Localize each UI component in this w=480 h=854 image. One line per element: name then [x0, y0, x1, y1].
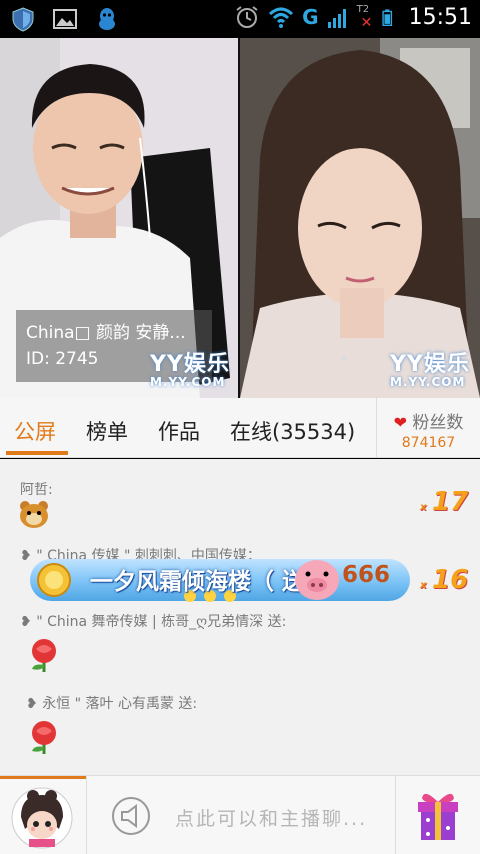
- chat-user: 阿哲:: [20, 482, 53, 498]
- streamer-name: Сhinа□ 颜韵 安静...: [26, 323, 186, 343]
- watermark-url: M.YY.COM: [150, 375, 226, 389]
- chat-user: ❥ " Сhinа 舞帝传媒 | 栋哥_ღ兄弟情深 送:: [20, 611, 286, 631]
- gift-banner-text: 一夕风霜倾海楼（ 送: [90, 569, 306, 595]
- battery-icon: [381, 9, 392, 27]
- fans-label: 粉丝数: [412, 413, 464, 433]
- coin-icon: [37, 563, 71, 597]
- megaphone-icon[interactable]: [111, 796, 151, 836]
- gift-banner: 一夕风霜倾海楼（ 送 666: [30, 559, 410, 602]
- network-type: G: [302, 5, 319, 29]
- shield-icon: [12, 7, 34, 32]
- combo-mark: x: [420, 580, 427, 591]
- wifi-icon: [269, 7, 294, 28]
- video-right-frame: [240, 38, 480, 398]
- combo-count: 16: [432, 565, 469, 595]
- chat-input-placeholder: 点此可以和主播聊...: [175, 808, 368, 830]
- clock: 15:51: [408, 4, 472, 30]
- fans-count: 874167: [401, 435, 456, 451]
- tab-public-screen[interactable]: 公屏: [14, 416, 56, 446]
- speaker-icon: ❥: [20, 548, 32, 564]
- chat-user-name: 永恒 " 落叶 心有禹蒙 送:: [42, 696, 198, 712]
- gift-button[interactable]: [396, 776, 480, 854]
- tab-bar: 公屏 榜单 作品 在线(35534) ❤ 粉丝数 874167: [0, 398, 480, 458]
- gift-banner-count: 666: [342, 562, 391, 588]
- rose-gift-icon: [32, 721, 56, 754]
- speaker-icon: ❥: [26, 696, 38, 712]
- tab-works[interactable]: 作品: [158, 416, 200, 446]
- active-tab-indicator: [6, 451, 68, 455]
- chat-user-name: " Сhinа 舞帝传媒 | 栋哥_ღ兄弟情深 送:: [36, 614, 287, 630]
- fans-count-panel[interactable]: ❤ 粉丝数 874167: [376, 398, 480, 458]
- avatar-button[interactable]: [0, 776, 86, 854]
- pig-gift-icon: [295, 560, 339, 600]
- speaker-icon: ❥: [20, 614, 32, 630]
- combo-count: 17: [432, 487, 469, 517]
- chat-list[interactable]: 阿哲: x 17 ❥ " Сhinа 传媒 " 刺刺刺、中国传媒： x 16 一…: [0, 459, 480, 775]
- fans-title: ❤ 粉丝数: [377, 408, 480, 433]
- image-icon: [53, 9, 77, 29]
- heart-icon: ❤: [393, 413, 407, 432]
- watermark-brand: YY娱乐: [390, 352, 470, 377]
- rose-gift-icon: [32, 639, 56, 672]
- tab-online[interactable]: 在线(35534): [230, 416, 355, 446]
- video-right[interactable]: YY娱乐 M.YY.COM: [240, 38, 480, 398]
- bear-face-gift-icon: [20, 501, 48, 528]
- qq-penguin-icon: [99, 8, 115, 30]
- gift-box-icon: [418, 793, 458, 840]
- bottom-bar: 点此可以和主播聊...: [0, 775, 480, 854]
- combo-counter: x 16: [420, 565, 468, 595]
- video-left[interactable]: Сhinа□ 颜韵 安静... ID: 2745 YY娱乐 M.YY.COM: [0, 38, 238, 398]
- signal-icon: [327, 9, 346, 28]
- sim2-label: T2: [356, 4, 370, 15]
- alarm-icon: [236, 6, 258, 28]
- combo-counter: x 17: [420, 487, 468, 517]
- chat-user: ❥ 永恒 " 落叶 心有禹蒙 送:: [26, 693, 197, 713]
- tab-ranking[interactable]: 榜单: [86, 416, 128, 446]
- combo-mark: x: [420, 502, 427, 513]
- video-area: Сhinа□ 颜韵 安静... ID: 2745 YY娱乐 M.YY.COM Y…: [0, 38, 480, 398]
- yy-watermark: YY娱乐 M.YY.COM: [390, 346, 470, 389]
- yy-watermark: YY娱乐 M.YY.COM: [150, 346, 230, 389]
- sim2-signal-icon: T2 ✕: [356, 4, 373, 31]
- watermark-brand: YY娱乐: [150, 352, 230, 377]
- chat-input[interactable]: 点此可以和主播聊...: [86, 776, 396, 854]
- status-bar: G T2 ✕ 15:51: [0, 0, 480, 38]
- watermark-url: M.YY.COM: [390, 375, 466, 389]
- avatar: [11, 787, 73, 849]
